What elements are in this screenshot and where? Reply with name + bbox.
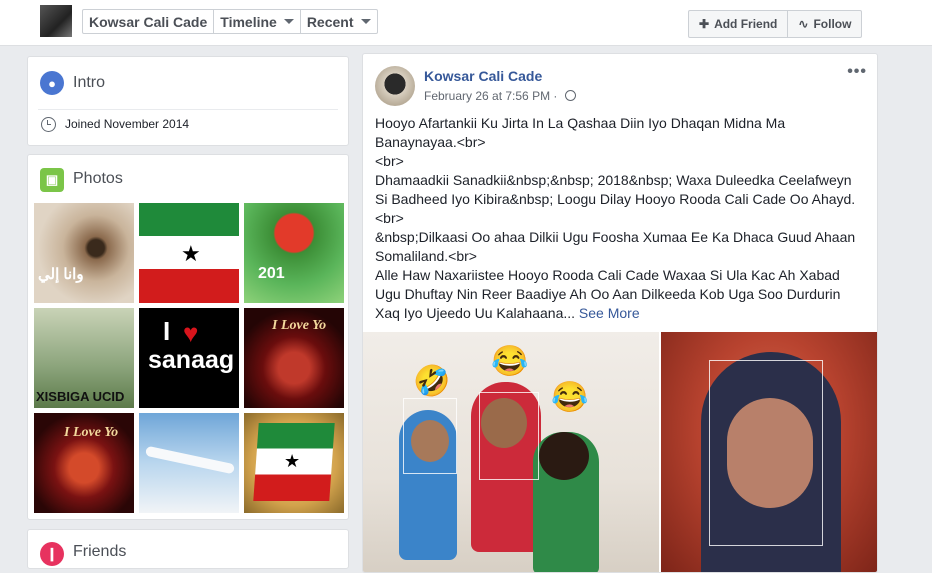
friends-card: ❙ Friends [27, 529, 349, 569]
photo-caption: وانا إلي [38, 266, 84, 283]
clock-icon [41, 117, 56, 132]
post-line: Ugu Dhuftay Nin Reer Baadiye Ah Oo Aan D… [375, 286, 841, 302]
face-box [709, 360, 823, 546]
post-line: Xaq Iyo Ujeedo Uu Kalahaana... [375, 305, 576, 321]
photo-thumb-love-heart[interactable]: I Love Yo [244, 308, 344, 408]
photo-thumb-airplane[interactable] [139, 413, 239, 513]
intro-card: ● Intro Joined November 2014 [27, 56, 349, 146]
photo-thumb-rose[interactable]: 201 [244, 203, 344, 303]
divider [38, 109, 338, 110]
post-line: Banaynayaa.<br> [375, 134, 486, 150]
star-icon: ★ [181, 241, 201, 266]
face-box [479, 392, 539, 480]
photo-thumb-xisbiga[interactable]: XISBIGA UCID [34, 308, 134, 408]
intro-title: Intro [73, 74, 106, 91]
photo-thumb-eye[interactable]: وانا إلي [34, 203, 134, 303]
author-avatar[interactable] [375, 66, 415, 106]
child-head [539, 432, 589, 480]
post-timestamp[interactable]: February 26 at 7:56 PM · [424, 89, 576, 103]
post-line: Dhamaadkii Sanadkii&nbsp;&nbsp; 2018&nbs… [375, 172, 852, 188]
rss-icon: ∿ [798, 17, 809, 31]
post-card: Kowsar Cali Cade February 26 at 7:56 PM … [362, 53, 878, 573]
laughing-emoji: 😂 [491, 345, 529, 378]
rolling-laughing-emoji: 🤣 [413, 365, 451, 398]
children-photo: 🤣 😂 😂 [363, 332, 659, 572]
post-photo[interactable]: 🤣 😂 😂 [363, 332, 877, 572]
photo-thumb-somaliland-flag[interactable]: ★ [244, 413, 344, 513]
airplane-icon [144, 445, 236, 475]
add-friend-label: Add Friend [714, 17, 778, 31]
friends-title[interactable]: Friends [73, 543, 126, 561]
post-text: Hooyo Afartankii Ku Jirta In La Qashaa D… [375, 114, 871, 323]
follow-button[interactable]: ∿ Follow [788, 11, 861, 37]
chevron-down-icon [360, 19, 371, 24]
photos-title[interactable]: Photos [73, 170, 123, 188]
photo-caption: XISBIGA UCID [36, 389, 125, 404]
photo-thumb-sanaag[interactable]: I ♥ sanaag [139, 308, 239, 408]
profile-actions: ✚ Add Friend ∿ Follow [688, 10, 863, 38]
post-line: Si Badheed Iyo Kibira&nbsp; Loogu Dilay … [375, 191, 856, 207]
heart-icon: ♥ [183, 318, 199, 348]
photo-caption: I Love Yo [272, 318, 327, 333]
post-date: February 26 at 7:56 PM [424, 89, 551, 103]
photos-card: ▣ Photos وانا إلي ★ 201 XISBIGA UCID I ♥… [27, 154, 349, 520]
post-line: Hooyo Afartankii Ku Jirta In La Qashaa D… [375, 115, 786, 131]
laughing-emoji: 😂 [551, 381, 589, 414]
public-globe-icon [564, 90, 576, 101]
friends-icon: ❙ [40, 542, 64, 566]
post-author[interactable]: Kowsar Cali Cade [424, 68, 542, 84]
photo-caption: I [163, 316, 171, 346]
post-line: Alle Haw Naxariistee Hooyo Rooda Cali Ca… [375, 267, 840, 283]
see-more-link[interactable]: See More [579, 305, 640, 321]
photo-thumb-flag[interactable]: ★ [139, 203, 239, 303]
timeline-label: Timeline [220, 13, 277, 30]
follow-label: Follow [813, 17, 852, 31]
profile-top-bar: Kowsar Cali Cade Timeline Recent ✚ Add Fr… [0, 0, 932, 46]
photos-grid: وانا إلي ★ 201 XISBIGA UCID I ♥ sanaag I… [34, 203, 344, 513]
recent-dropdown[interactable]: Recent [301, 10, 377, 33]
photos-icon: ▣ [40, 168, 64, 192]
photo-caption: sanaag [148, 346, 235, 374]
joined-date: Joined November 2014 [65, 117, 190, 131]
photo-caption: 201 [258, 265, 285, 282]
timeline-dropdown[interactable]: Timeline [214, 10, 301, 33]
post-line: &nbsp;Dilkaasi Oo ahaa Dilkii Ugu Foosha… [375, 229, 856, 245]
woman-photo [661, 332, 877, 572]
star-icon: ★ [284, 451, 301, 471]
profile-nav: Kowsar Cali Cade Timeline Recent [82, 9, 378, 34]
add-friend-button[interactable]: ✚ Add Friend [689, 11, 789, 37]
globe-icon: ● [40, 71, 64, 95]
recent-label: Recent [306, 13, 354, 30]
chevron-down-icon [283, 19, 294, 24]
profile-name-link[interactable]: Kowsar Cali Cade [83, 10, 215, 33]
post-line: Somaliland.<br> [375, 248, 477, 264]
post-line: <br> [375, 210, 404, 226]
photo-caption: I Love Yo [64, 425, 119, 440]
face-box [403, 398, 457, 474]
more-options-icon[interactable]: ••• [847, 63, 867, 81]
add-friend-icon: ✚ [699, 17, 710, 31]
post-last-line: Xaq Iyo Ujeedo Uu Kalahaana... See More [375, 304, 871, 323]
profile-thumbnail[interactable] [40, 5, 72, 37]
post-line: <br> [375, 153, 404, 169]
photo-thumb-love-heart-2[interactable]: I Love Yo [34, 413, 134, 513]
